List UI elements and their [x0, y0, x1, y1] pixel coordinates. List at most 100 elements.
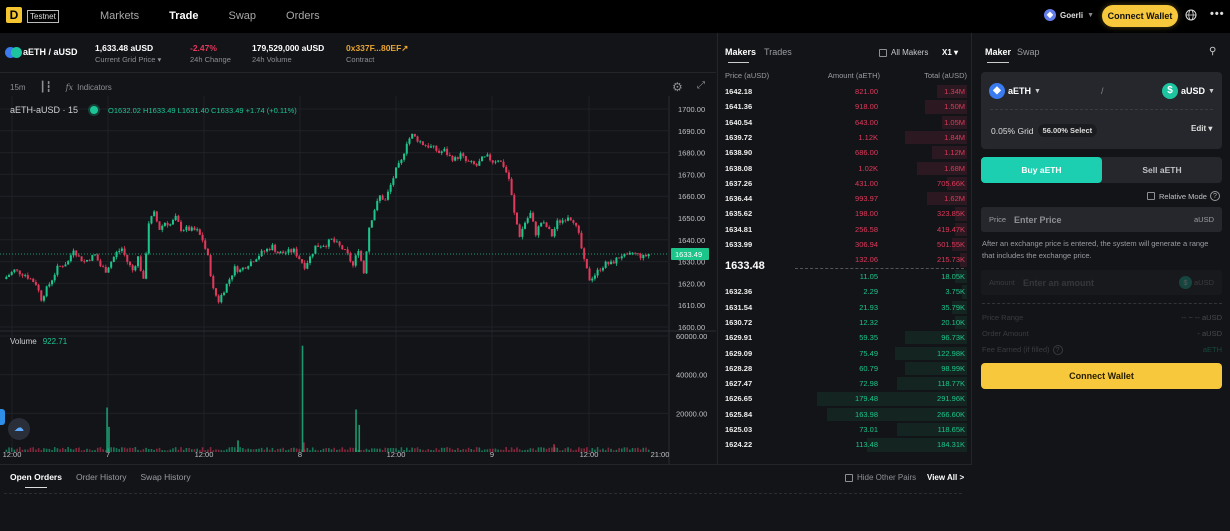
- price-tick-label: 1700.00: [678, 105, 705, 114]
- candle-body: [631, 252, 634, 254]
- tradingview-logo-icon[interactable]: ☁: [8, 418, 30, 440]
- bid-row[interactable]: 1631.54 21.93 35.79K: [718, 300, 972, 315]
- app-logo[interactable]: D: [6, 7, 22, 23]
- ask-row[interactable]: 1641.36 918.00 1.50M: [718, 99, 972, 114]
- order-total: 3.75K: [945, 287, 965, 297]
- volume-bar: [8, 447, 10, 452]
- candle-type-icon[interactable]: ┃┇: [40, 82, 52, 93]
- volume-bar: [255, 449, 258, 452]
- candle-body: [580, 232, 583, 249]
- sliders-settings-icon[interactable]: ⚲: [1209, 46, 1216, 57]
- globe-icon[interactable]: [1185, 9, 1197, 21]
- volume-bar: [126, 448, 129, 452]
- pair-selector[interactable]: aETH / aUSD: [23, 47, 78, 57]
- bid-row[interactable]: 1630.72 12.32 20.10K: [718, 315, 972, 330]
- connect-wallet-main-button[interactable]: Connect Wallet: [981, 363, 1222, 389]
- ask-row[interactable]: 1633.99 306.94 501.55K: [718, 237, 972, 252]
- volume-bar: [108, 426, 110, 452]
- multiplier-dropdown[interactable]: X1 ▾: [942, 48, 958, 57]
- ask-row[interactable]: 1640.54 643.00 1.05M: [718, 115, 972, 130]
- bid-row[interactable]: 1629.09 75.49 122.98K: [718, 346, 972, 361]
- volume-bar: [147, 449, 150, 452]
- interval-selector[interactable]: 15m: [10, 83, 26, 92]
- order-amount: 198.00: [855, 209, 878, 219]
- tab-open-orders[interactable]: Open Orders: [10, 472, 62, 488]
- ask-row[interactable]: 1636.44 993.97 1.62M: [718, 191, 972, 206]
- contract-link[interactable]: 0x337F...80EF↗: [346, 42, 408, 54]
- relative-mode-toggle[interactable]: Relative Mode ?: [1147, 191, 1220, 201]
- checkbox[interactable]: [1147, 192, 1155, 200]
- volume-bar: [156, 448, 158, 452]
- tab-trades[interactable]: Trades: [764, 47, 792, 57]
- bid-row[interactable]: 1626.65 179.48 291.96K: [718, 391, 972, 406]
- volume-bar: [75, 448, 78, 452]
- base-token-selector[interactable]: ◆ aETH ▼: [989, 83, 1041, 99]
- bid-row[interactable]: 1629.91 59.35 96.73K: [718, 330, 972, 345]
- help-icon[interactable]: ?: [1209, 191, 1220, 201]
- tab-makers[interactable]: Makers: [725, 47, 756, 63]
- candle-body: [601, 267, 604, 271]
- ask-row[interactable]: 1634.81 256.58 419.47K: [718, 222, 972, 237]
- sell-button[interactable]: Sell aETH: [1102, 157, 1222, 183]
- chart-settings-gear-icon[interactable]: ⚙: [672, 80, 683, 94]
- price-chart[interactable]: 1700.00 1690.00 1680.00 1670.00 1660.00 1650.…: [0, 74, 716, 464]
- connect-wallet-button[interactable]: Connect Wallet: [1102, 5, 1178, 27]
- bid-row[interactable]: 1628.28 60.79 98.99K: [718, 361, 972, 376]
- tab-order-history[interactable]: Order History: [76, 472, 127, 482]
- indicators-button[interactable]: fx Indicators: [66, 83, 112, 92]
- grid-select-pill[interactable]: 56.00% Select: [1037, 124, 1098, 137]
- checkbox[interactable]: [879, 48, 887, 57]
- bid-row[interactable]: 11.05 18.05K: [718, 269, 972, 284]
- network-selector[interactable]: ◆ Goerli ▼: [1044, 9, 1094, 21]
- volume-bar: [242, 447, 244, 452]
- candle-body: [231, 275, 234, 280]
- bid-row[interactable]: 1624.22 113.48 184.31K: [718, 437, 972, 452]
- ask-row[interactable]: 1638.90 686.00 1.12M: [718, 145, 972, 160]
- candle-body: [300, 259, 303, 263]
- view-all-link[interactable]: View All >: [927, 473, 964, 482]
- chart-toolbar: 15m ┃┇ fx Indicators: [10, 82, 112, 93]
- buy-button[interactable]: Buy aETH: [981, 157, 1102, 183]
- help-icon[interactable]: ?: [1052, 345, 1063, 355]
- checkbox[interactable]: [845, 473, 853, 482]
- edit-grid-dropdown[interactable]: Edit ▾: [1191, 124, 1212, 133]
- tab-swap[interactable]: Swap: [1017, 47, 1040, 57]
- tab-swap-history[interactable]: Swap History: [141, 472, 191, 482]
- candle-body: [448, 154, 451, 156]
- nav-swap[interactable]: Swap: [228, 0, 256, 33]
- ask-row[interactable]: 1638.08 1.02K 1.68M: [718, 161, 972, 176]
- hide-other-pairs-toggle[interactable]: Hide Other Pairs: [845, 473, 916, 482]
- order-price: 1636.44: [725, 194, 753, 204]
- nav-orders[interactable]: Orders: [286, 0, 320, 33]
- volume-bar: [486, 449, 489, 452]
- ask-row[interactable]: 1637.26 431.00 705.66K: [718, 176, 972, 191]
- nav-markets[interactable]: Markets: [100, 0, 139, 33]
- nav-trade[interactable]: Trade: [169, 0, 198, 33]
- price-input[interactable]: [1014, 212, 1164, 227]
- bid-row[interactable]: 1632.36 2.29 3.75K: [718, 284, 972, 299]
- orders-panel: Open Orders Order History Swap History H…: [0, 464, 972, 531]
- bid-row[interactable]: 1625.84 163.98 266.60K: [718, 407, 972, 422]
- volume-bar: [325, 448, 327, 452]
- bid-row[interactable]: 1627.47 72.98 118.77K: [718, 376, 972, 391]
- more-menu-icon[interactable]: •••: [1210, 8, 1225, 20]
- stat-grid-price[interactable]: 1,633.48 aUSD Current Grid Price ▾: [95, 42, 161, 66]
- volume-bar: [88, 449, 91, 452]
- order-amount: 686.00: [855, 148, 878, 158]
- volume-bar: [604, 450, 607, 452]
- bid-row[interactable]: 1625.03 73.01 118.65K: [718, 422, 972, 437]
- ask-row[interactable]: 1639.72 1.12K 1.84M: [718, 130, 972, 145]
- volume-bar: [626, 447, 628, 452]
- chart-canvas[interactable]: 1700.00 1690.00 1680.00 1670.00 1660.00 1650.…: [0, 74, 716, 464]
- ask-row[interactable]: 1635.62 198.00 323.85K: [718, 206, 972, 221]
- ask-row[interactable]: 1642.18 821.00 1.34M: [718, 84, 972, 99]
- candle-body: [102, 266, 105, 268]
- tab-maker[interactable]: Maker: [985, 47, 1011, 63]
- order-amount: 256.58: [855, 224, 878, 234]
- drawing-toolbar-toggle[interactable]: [0, 409, 5, 425]
- fullscreen-icon[interactable]: ⤢: [697, 80, 705, 91]
- all-makers-toggle[interactable]: All Makers: [879, 48, 928, 57]
- volume-bar: [470, 448, 473, 452]
- quote-token-selector[interactable]: $ aUSD ▼: [1162, 83, 1215, 99]
- amount-input[interactable]: [1023, 275, 1173, 290]
